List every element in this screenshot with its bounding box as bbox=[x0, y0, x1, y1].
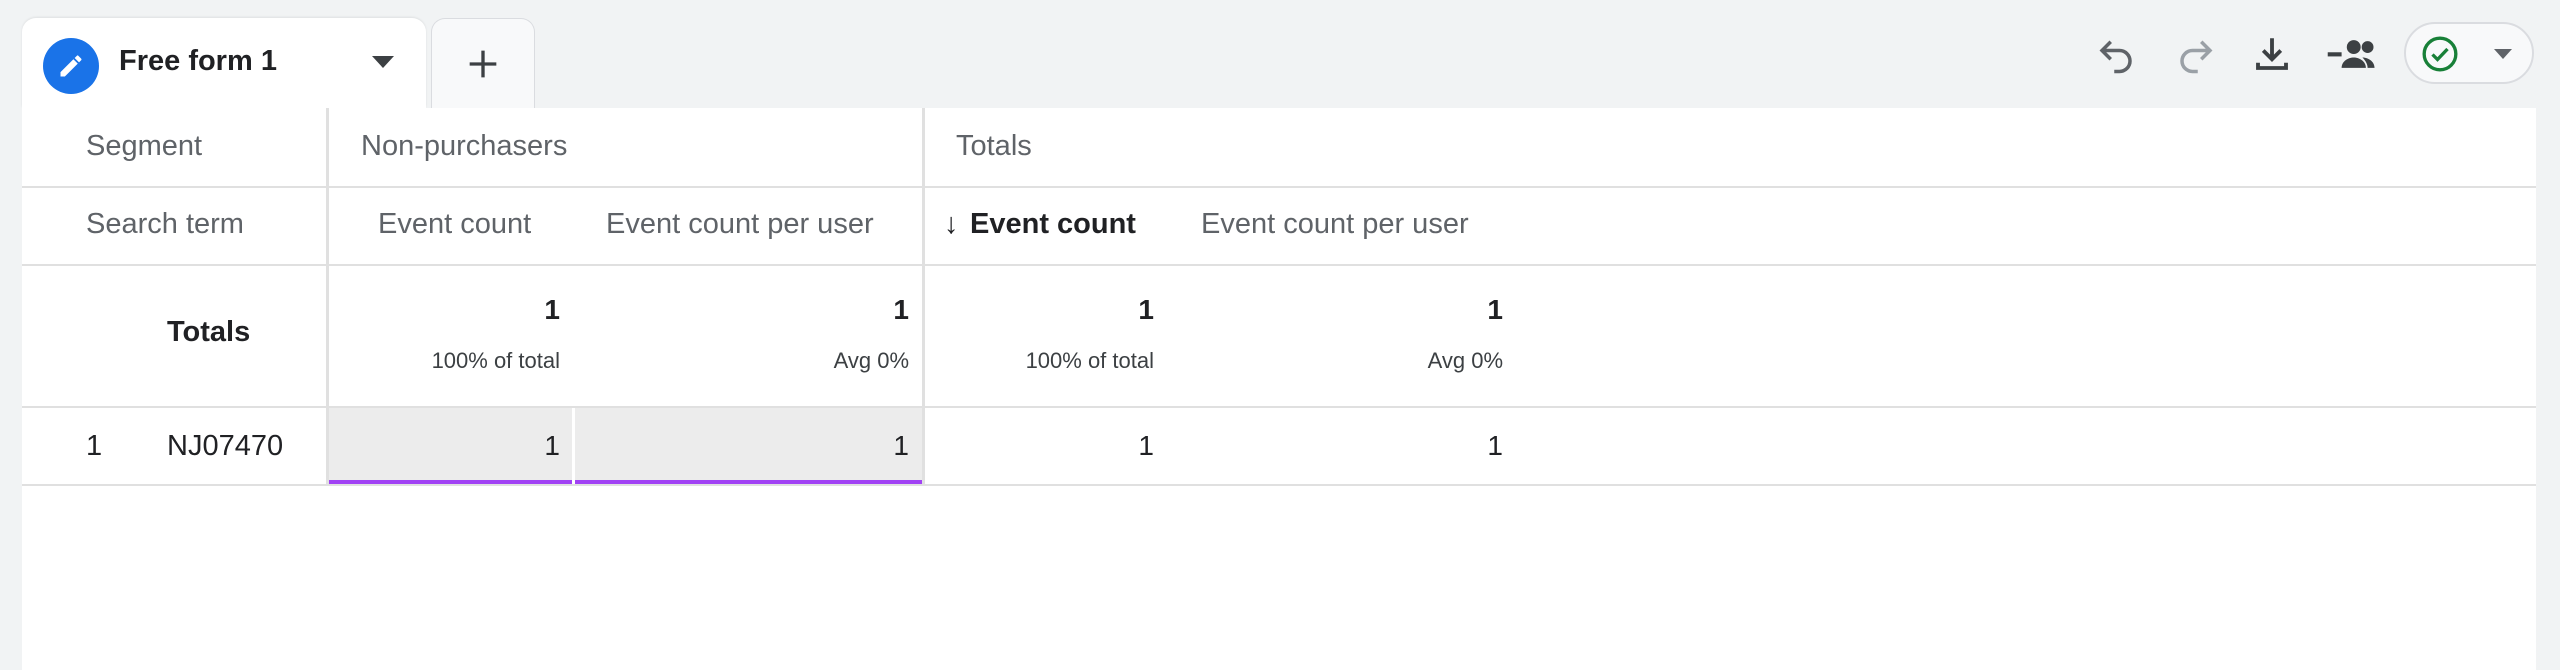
total-sub: Avg 0% bbox=[1427, 348, 1503, 373]
share-icon bbox=[2327, 40, 2375, 68]
download-button[interactable] bbox=[2246, 28, 2298, 80]
check-circle-icon bbox=[2422, 36, 2458, 72]
column-event-count-sorted[interactable]: Event count bbox=[970, 208, 1136, 241]
report-tab[interactable]: Free form 1 bbox=[22, 18, 426, 108]
add-tab-button[interactable] bbox=[431, 18, 535, 108]
segment-non-purchasers[interactable]: Non-purchasers bbox=[361, 130, 567, 163]
total-value: 1 bbox=[893, 294, 909, 325]
column-event-count[interactable]: Event count bbox=[378, 208, 531, 241]
column-event-count-per-user[interactable]: Event count per user bbox=[606, 208, 874, 241]
total-value: 1 bbox=[1487, 294, 1503, 325]
row-value: 1 bbox=[893, 430, 909, 461]
total-sub: Avg 0% bbox=[833, 348, 909, 373]
row-value: 1 bbox=[544, 430, 560, 461]
undo-icon bbox=[2099, 40, 2132, 74]
tab-title: Free form 1 bbox=[119, 45, 277, 77]
row-index: 1 bbox=[86, 430, 103, 462]
total-value: 1 bbox=[1138, 294, 1154, 325]
cell-highlight bbox=[329, 408, 572, 484]
search-term-header[interactable]: Search term bbox=[86, 208, 244, 241]
free-form-table: Segment Non-purchasers Totals Search ter… bbox=[22, 108, 2536, 670]
totals-label: Totals bbox=[167, 316, 251, 348]
chevron-down-icon bbox=[2494, 49, 2512, 59]
cell-highlight bbox=[575, 408, 922, 484]
share-button[interactable] bbox=[2326, 28, 2378, 80]
undo-button[interactable] bbox=[2090, 28, 2142, 80]
plus-icon bbox=[469, 50, 497, 77]
edit-pencil-icon[interactable] bbox=[43, 38, 99, 94]
segment-totals[interactable]: Totals bbox=[956, 130, 1032, 163]
row-value: 1 bbox=[1487, 430, 1503, 461]
tab-menu-chevron-down-icon[interactable] bbox=[372, 56, 394, 68]
search-term-value[interactable]: NJ07470 bbox=[167, 430, 283, 463]
status-dropdown[interactable] bbox=[2404, 22, 2534, 84]
segment-header: Segment bbox=[86, 130, 203, 162]
total-sub: 100% of total bbox=[431, 348, 560, 373]
row-value: 1 bbox=[1138, 430, 1154, 461]
redo-icon bbox=[2180, 40, 2213, 74]
highlight-bar bbox=[329, 480, 572, 484]
total-sub: 100% of total bbox=[1025, 348, 1154, 373]
sort-arrow-down-icon: ↓ bbox=[944, 208, 959, 240]
download-icon bbox=[2256, 38, 2288, 70]
total-value: 1 bbox=[544, 294, 560, 325]
column-event-count-per-user-totals[interactable]: Event count per user bbox=[1201, 208, 1469, 241]
highlight-bar bbox=[575, 480, 922, 484]
redo-button[interactable] bbox=[2170, 28, 2222, 80]
